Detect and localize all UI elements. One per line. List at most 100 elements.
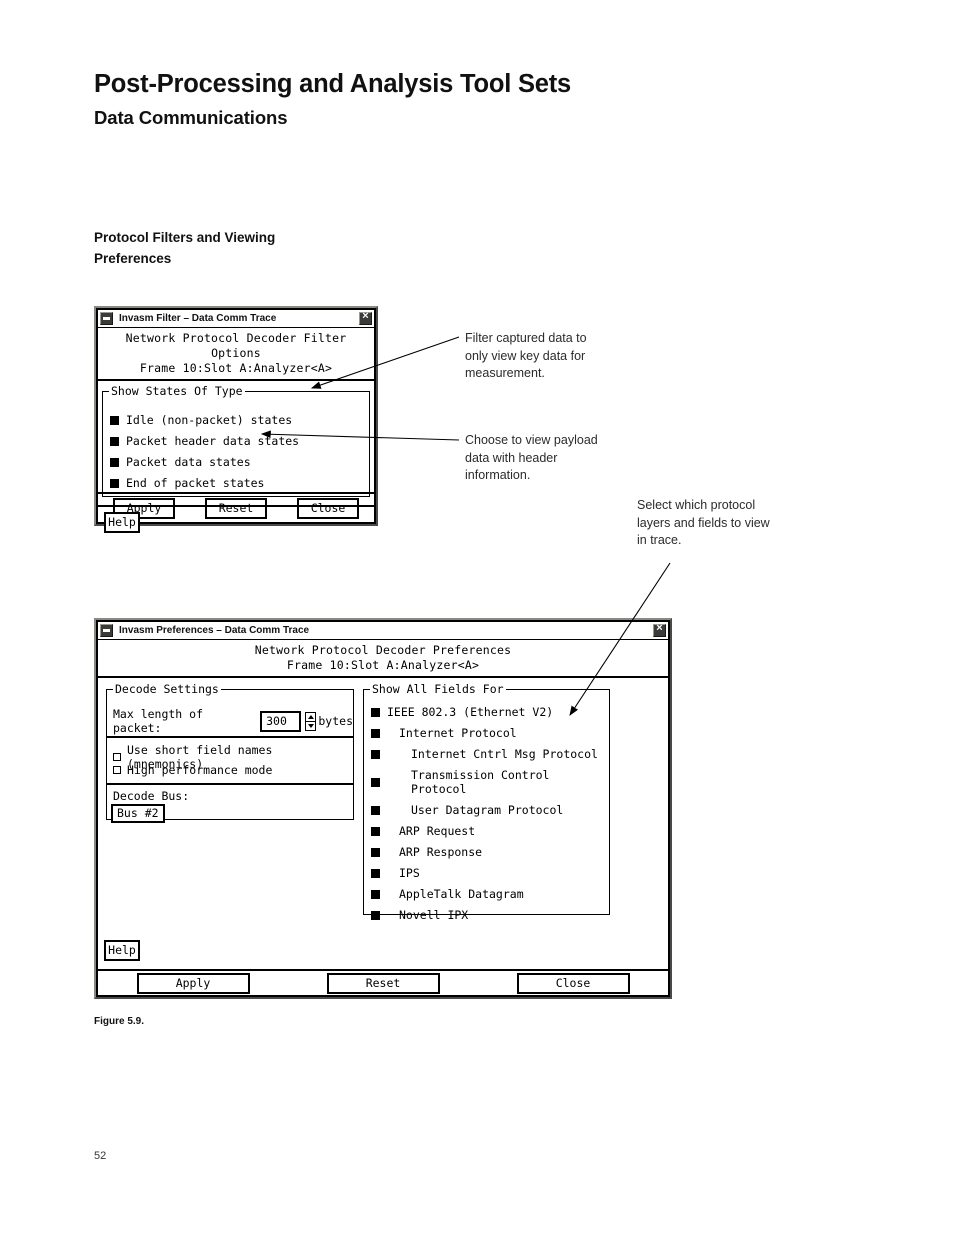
reset-button[interactable]: Reset xyxy=(205,497,267,519)
max-length-label: Max length of packet: xyxy=(113,707,204,735)
checkbox-indicator xyxy=(113,766,121,774)
protocol-checkbox-transmission-control-protocol[interactable]: Transmission Control Protocol xyxy=(371,768,605,796)
checkbox-label: IPS xyxy=(399,866,420,880)
show-all-fields-for-label: Show All Fields For xyxy=(370,682,506,696)
close-icon[interactable] xyxy=(653,622,666,637)
max-length-stepper[interactable] xyxy=(304,711,317,731)
invasm-preferences-dialog: Invasm Preferences – Data Comm Trace Net… xyxy=(94,618,672,999)
checkbox-packet-header-data-states[interactable]: Packet header data states xyxy=(110,434,299,448)
checkbox-indicator xyxy=(371,777,380,787)
checkbox-indicator xyxy=(371,707,380,717)
filter-header-line-1: Network Protocol Decoder Filter Options xyxy=(125,331,347,360)
checkbox-label: IEEE 802.3 (Ethernet V2) xyxy=(387,705,554,719)
checkbox-indicator xyxy=(110,478,119,488)
checkbox-label: AppleTalk Datagram xyxy=(399,887,524,901)
checkbox-indicator xyxy=(110,457,119,467)
protocol-checkbox-user-datagram-protocol[interactable]: User Datagram Protocol xyxy=(371,803,605,817)
checkbox-label: User Datagram Protocol xyxy=(411,803,564,817)
checkbox-label: Novell IPX xyxy=(399,908,469,922)
show-states-of-type-group: Show States Of Type Idle (non-packet) st… xyxy=(102,384,370,497)
checkbox-indicator xyxy=(371,847,380,857)
checkbox-indicator xyxy=(113,753,121,761)
checkbox-label: ARP Request xyxy=(399,824,476,838)
section-heading: Protocol Filters and Viewing Preferences xyxy=(94,227,354,269)
decode-bus-option-menu[interactable]: Bus #2 xyxy=(111,804,165,823)
max-length-row: Max length of packet: 300 bytes xyxy=(113,707,353,735)
close-button[interactable]: Close xyxy=(516,972,630,994)
close-button[interactable]: Close xyxy=(297,497,359,519)
show-states-of-type-label: Show States Of Type xyxy=(109,384,245,398)
checkbox-high-performance-mode[interactable]: High performance mode xyxy=(113,763,272,777)
stepper-up-icon[interactable] xyxy=(305,713,316,722)
checkbox-indicator xyxy=(371,805,380,815)
checkbox-label: Idle (non-packet) states xyxy=(126,413,293,427)
protocol-checkbox-novell-ipx[interactable]: Novell IPX xyxy=(371,908,605,922)
max-length-input[interactable]: 300 xyxy=(260,710,301,732)
callout-filter-captured-data: Filter captured data to only view key da… xyxy=(465,331,587,380)
protocol-checkbox-internet-cntrl-msg-protocol[interactable]: Internet Cntrl Msg Protocol xyxy=(371,747,605,761)
callout-view-payload-data: Choose to view payload data with header … xyxy=(465,433,598,482)
protocol-list: IEEE 802.3 (Ethernet V2) Internet Protoc… xyxy=(371,705,605,922)
protocol-checkbox-ips[interactable]: IPS xyxy=(371,866,605,880)
invasm-filter-dialog: Invasm Filter – Data Comm Trace Network … xyxy=(94,306,378,533)
stepper-down-icon[interactable] xyxy=(306,722,316,730)
checkbox-indicator xyxy=(371,749,380,759)
section-heading-line-2: Preferences xyxy=(94,251,172,266)
checkbox-label: Internet Protocol xyxy=(399,726,517,740)
decode-settings-label: Decode Settings xyxy=(113,682,221,696)
preferences-header-line-2: Frame 10:Slot A:Analyzer<A> xyxy=(286,658,480,672)
checkbox-end-of-packet-states[interactable]: End of packet states xyxy=(110,476,264,490)
max-length-units: bytes xyxy=(318,714,353,728)
filter-dialog-body: Show States Of Type Idle (non-packet) st… xyxy=(98,381,374,533)
protocol-checkbox-internet-protocol[interactable]: Internet Protocol xyxy=(371,726,605,740)
filter-header-line-2: Frame 10:Slot A:Analyzer<A> xyxy=(139,361,333,375)
checkbox-label: Packet data states xyxy=(126,455,251,469)
divider xyxy=(107,736,353,738)
help-button[interactable]: Help xyxy=(104,512,140,533)
minimize-icon[interactable] xyxy=(100,624,113,637)
document-page: Post-Processing and Analysis Tool Sets D… xyxy=(0,0,954,1235)
preferences-dialog-title: Invasm Preferences – Data Comm Trace xyxy=(119,625,310,636)
preferences-dialog-titlebar: Invasm Preferences – Data Comm Trace xyxy=(98,622,668,640)
minimize-icon[interactable] xyxy=(100,312,113,325)
filter-dialog-inner: Invasm Filter – Data Comm Trace Network … xyxy=(96,308,376,533)
checkbox-label: ARP Response xyxy=(399,845,483,859)
checkbox-idle-states[interactable]: Idle (non-packet) states xyxy=(110,413,292,427)
protocol-checkbox-ieee-802-3[interactable]: IEEE 802.3 (Ethernet V2) xyxy=(371,705,605,719)
preferences-header-line-1: Network Protocol Decoder Preferences xyxy=(254,643,512,657)
checkbox-indicator xyxy=(371,868,380,878)
page-title: Post-Processing and Analysis Tool Sets xyxy=(94,70,572,98)
checkbox-indicator xyxy=(371,910,380,920)
apply-button[interactable]: Apply xyxy=(136,972,250,994)
checkbox-indicator xyxy=(110,415,119,425)
divider xyxy=(107,783,353,785)
filter-dialog-header: Network Protocol Decoder Filter Options … xyxy=(98,328,374,381)
filter-dialog-title: Invasm Filter – Data Comm Trace xyxy=(119,313,277,324)
show-all-fields-for-group: Show All Fields For IEEE 802.3 (Ethernet… xyxy=(363,682,610,922)
protocol-checkbox-arp-request[interactable]: ARP Request xyxy=(371,824,605,838)
section-heading-line-1: Protocol Filters and Viewing xyxy=(94,230,276,245)
reset-button[interactable]: Reset xyxy=(326,972,440,994)
checkbox-packet-data-states[interactable]: Packet data states xyxy=(110,455,251,469)
checkbox-indicator xyxy=(371,889,380,899)
checkbox-label: Transmission Control Protocol xyxy=(411,768,550,796)
help-button[interactable]: Help xyxy=(104,940,140,961)
callout-select-protocol-layers: Select which protocol layers and fields … xyxy=(637,498,770,547)
figure-caption: Figure 5.9. xyxy=(94,1016,145,1027)
protocol-checkbox-arp-response[interactable]: ARP Response xyxy=(371,845,605,859)
checkbox-label: Packet header data states xyxy=(126,434,300,448)
checkbox-indicator xyxy=(371,826,380,836)
protocol-checkbox-appletalk-datagram[interactable]: AppleTalk Datagram xyxy=(371,887,605,901)
page-number: 52 xyxy=(94,1150,107,1162)
checkbox-label: End of packet states xyxy=(126,476,265,490)
preferences-dialog-header: Network Protocol Decoder Preferences Fra… xyxy=(98,640,668,678)
decode-settings-group: Decode Settings Max length of packet: 30… xyxy=(106,682,354,823)
preferences-dialog-footer: Apply Reset Close xyxy=(98,969,668,995)
checkbox-label: Internet Cntrl Msg Protocol xyxy=(411,747,598,761)
preferences-dialog-body: Decode Settings Max length of packet: 30… xyxy=(98,678,668,969)
checkbox-label: High performance mode xyxy=(127,763,273,777)
filter-dialog-titlebar: Invasm Filter – Data Comm Trace xyxy=(98,310,374,328)
divider xyxy=(98,505,374,507)
checkbox-indicator xyxy=(110,436,119,446)
close-icon[interactable] xyxy=(359,310,372,325)
